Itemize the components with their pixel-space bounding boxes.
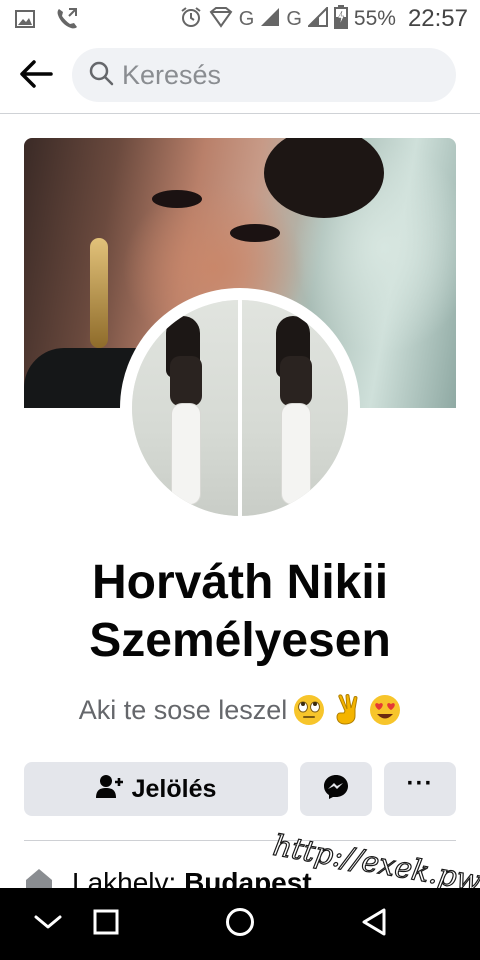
status-bar: G G 55% 22:57 xyxy=(0,0,480,38)
signal-icon xyxy=(260,7,280,32)
profile-bio: Aki te sose leszel xyxy=(0,694,480,726)
cover-photo-eye xyxy=(230,224,280,242)
cover-photo-eye xyxy=(152,190,202,208)
profile-picture[interactable] xyxy=(120,288,360,528)
more-options-button[interactable]: ··· xyxy=(384,762,456,816)
search-header xyxy=(0,38,480,114)
messenger-icon xyxy=(322,773,350,806)
arrow-left-icon xyxy=(19,59,53,94)
profile-picture-panel xyxy=(132,300,238,516)
image-icon xyxy=(14,8,36,35)
clock: 22:57 xyxy=(407,5,468,32)
recent-apps-icon xyxy=(92,908,120,941)
heart-eyes-icon xyxy=(369,694,401,726)
section-divider xyxy=(24,840,456,841)
status-right-group: G G 55% 22:57 xyxy=(179,4,468,34)
figure-top xyxy=(280,356,312,406)
add-friend-button[interactable]: Jelölés xyxy=(24,762,288,816)
figure-top xyxy=(170,356,202,406)
battery-percent: 55% xyxy=(353,7,396,30)
profile-name: Horváth Nikii Személyesen xyxy=(89,556,391,667)
network-type-1: G xyxy=(238,7,255,30)
search-input[interactable] xyxy=(122,59,442,91)
search-bar[interactable] xyxy=(72,48,456,102)
add-friend-icon xyxy=(95,774,124,805)
search-icon xyxy=(88,60,114,91)
figure-legs xyxy=(282,404,310,504)
status-left-group xyxy=(14,6,80,37)
signal-icon xyxy=(306,5,328,32)
battery-icon xyxy=(333,4,348,34)
message-button[interactable] xyxy=(300,762,372,816)
figure-legs xyxy=(172,404,200,504)
cover-photo-earring xyxy=(90,238,108,348)
network-type-2: G xyxy=(286,7,302,30)
profile-picture-panel xyxy=(242,300,348,516)
navigation-bar xyxy=(0,888,480,960)
recent-apps-button[interactable] xyxy=(58,888,154,960)
phone-icon xyxy=(54,6,80,37)
back-nav-button[interactable] xyxy=(326,888,422,960)
data-saver-icon xyxy=(209,6,233,33)
home-icon xyxy=(224,906,256,943)
add-friend-label: Jelölés xyxy=(131,774,217,803)
cover-photo-hair xyxy=(264,138,384,218)
back-button[interactable] xyxy=(14,54,58,98)
home-button[interactable] xyxy=(192,888,288,960)
profile-picture-image xyxy=(132,300,348,516)
face-with-rolling-eyes-icon xyxy=(293,694,325,726)
more-options-label: ··· xyxy=(406,770,434,797)
back-triangle-icon xyxy=(359,907,389,942)
victory-hand-icon xyxy=(331,694,363,726)
alarm-icon xyxy=(179,5,203,34)
profile-bio-text: Aki te sose leszel xyxy=(78,694,288,725)
